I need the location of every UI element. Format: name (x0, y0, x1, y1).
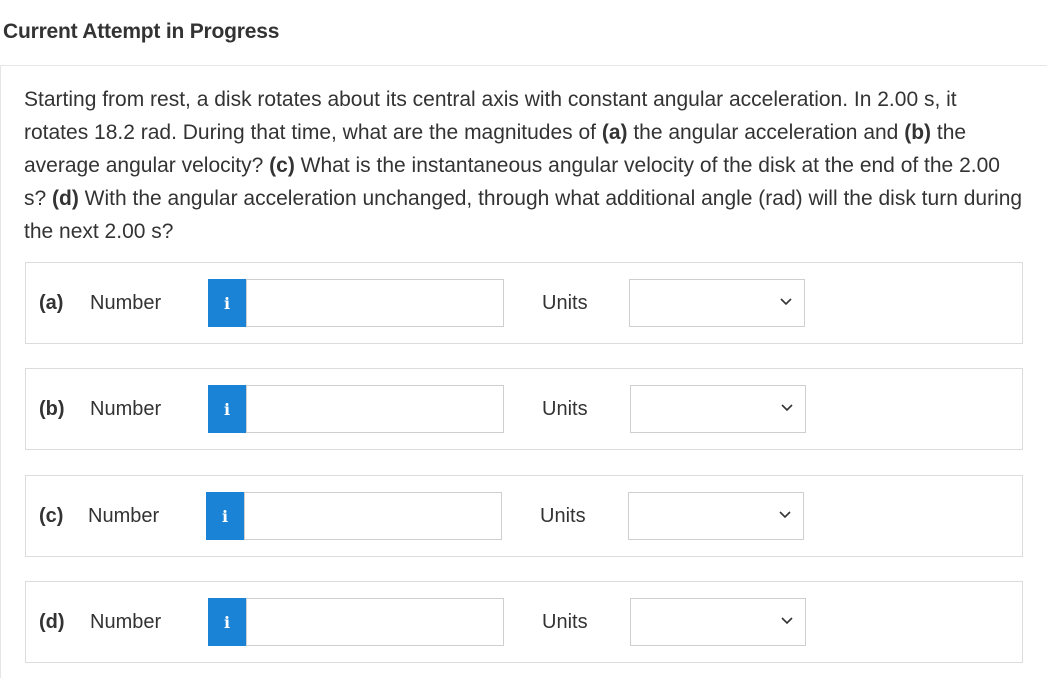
number-input-c[interactable] (244, 492, 502, 540)
question-part-marker: (a) (601, 121, 628, 144)
chevron-down-icon (781, 617, 793, 625)
part-label-c: (c) (39, 505, 64, 527)
answer-row-b: (b) Number i Units (25, 368, 1023, 450)
question-text-segment: the angular acceleration and (627, 121, 905, 144)
chevron-down-icon (779, 511, 791, 519)
units-label-a: Units (542, 292, 588, 314)
info-icon[interactable]: i (208, 598, 246, 646)
number-input-a[interactable] (246, 279, 504, 327)
chevron-down-icon (780, 298, 792, 306)
question-text-segment: With the angular acceleration unchanged,… (24, 187, 1023, 243)
part-label-a: (a) (39, 292, 64, 314)
units-select-a[interactable] (629, 279, 805, 327)
question-part-marker: (c) (269, 154, 295, 177)
question-part-marker: (d) (52, 187, 79, 210)
part-label-b: (b) (39, 398, 65, 420)
number-label-b: Number (90, 398, 162, 420)
number-label-d: Number (90, 611, 162, 633)
info-icon[interactable]: i (208, 385, 246, 433)
units-label-d: Units (542, 611, 588, 633)
units-label-c: Units (540, 505, 586, 527)
answer-row-c: (c) Number i Units (25, 475, 1023, 557)
units-select-c[interactable] (628, 492, 804, 540)
number-label-a: Number (90, 292, 162, 314)
number-label-c: Number (88, 505, 160, 527)
units-label-b: Units (542, 398, 588, 420)
info-icon[interactable]: i (206, 492, 244, 540)
units-select-b[interactable] (630, 385, 806, 433)
attempt-status-title: Current Attempt in Progress (3, 20, 280, 43)
page: Current Attempt in Progress Starting fro… (0, 0, 1047, 678)
part-label-d: (d) (39, 611, 65, 633)
number-input-b[interactable] (246, 385, 504, 433)
chevron-down-icon (781, 404, 793, 412)
units-select-d[interactable] (630, 598, 806, 646)
number-input-d[interactable] (246, 598, 504, 646)
answer-row-a: (a) Number i Units (25, 262, 1023, 344)
answer-row-d: (d) Number i Units (25, 581, 1023, 663)
question-part-marker: (b) (904, 121, 932, 144)
info-icon[interactable]: i (208, 279, 246, 327)
attempt-header: Current Attempt in Progress (0, 0, 1047, 66)
question-text: Starting from rest, a disk rotates about… (24, 83, 1024, 248)
